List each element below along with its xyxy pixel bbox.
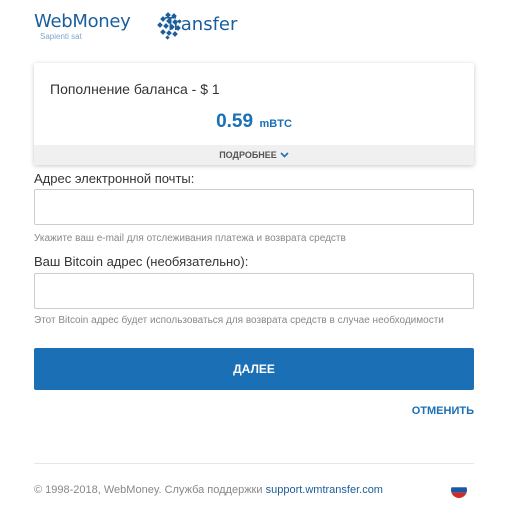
brand-tagline: Sapienti sat — [40, 32, 82, 41]
brand-name: WebMoney — [34, 11, 131, 32]
amount-unit: mBTC — [259, 118, 292, 130]
copyright-text: © 1998-2018, WebMoney. Служба поддержки — [34, 484, 263, 496]
summary-title: Пополнение баланса - $ 1 — [50, 81, 220, 97]
bitcoin-address-field[interactable] — [34, 273, 474, 309]
bitcoin-address-hint: Этот Bitcoin адрес будет использоваться … — [34, 315, 444, 326]
next-button[interactable]: ДАЛЕЕ — [34, 348, 474, 390]
product-name: Transfer — [165, 14, 238, 35]
email-label: Адрес электронной почты: — [34, 171, 195, 186]
email-field[interactable] — [34, 189, 474, 225]
email-hint: Укажите ваш e-mail для отслеживания плат… — [34, 233, 346, 244]
support-link[interactable]: support.wmtransfer.com — [266, 484, 383, 496]
details-toggle[interactable]: ПОДРОБНЕЕ — [34, 145, 474, 165]
footer: © 1998-2018, WebMoney. Служба поддержки … — [34, 484, 383, 496]
payment-summary-card: Пополнение баланса - $ 1 0.59 mBTC ПОДРО… — [34, 63, 474, 165]
amount-value: 0.59 — [216, 111, 254, 132]
amount-row: 0.59 mBTC — [34, 111, 474, 133]
details-label: ПОДРОБНЕЕ — [219, 150, 277, 160]
logo[interactable]: WebMoney Sapienti sat — [34, 11, 131, 42]
footer-divider — [34, 463, 474, 464]
header: WebMoney Sapienti sat Transfer — [34, 8, 474, 48]
bitcoin-address-label: Ваш Bitcoin адрес (необязательно): — [34, 254, 249, 269]
cancel-link[interactable]: ОТМЕНИТЬ — [412, 405, 474, 417]
chevron-down-icon — [280, 152, 289, 158]
russia-flag-icon[interactable] — [451, 482, 467, 498]
